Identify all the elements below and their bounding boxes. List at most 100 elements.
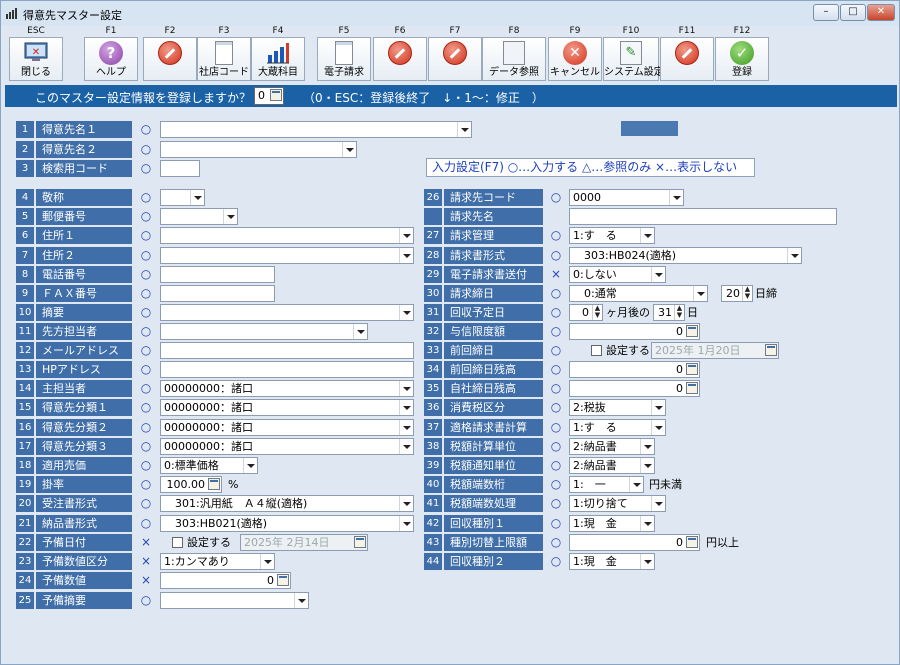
chevron-down-icon[interactable] [353,324,367,339]
chevron-down-icon[interactable] [669,190,683,205]
select-field[interactable] [160,189,205,206]
text-field[interactable] [569,208,837,225]
input-setting-mark[interactable]: × [135,572,157,589]
chevron-down-icon[interactable] [399,228,413,243]
number-field[interactable]: 0 [160,572,291,589]
chevron-down-icon[interactable] [787,248,801,263]
fkey-f5[interactable]: F5 電子請求 [317,26,371,82]
input-setting-mark[interactable]: ○ [135,323,157,340]
number-field[interactable]: 0 [569,534,700,551]
date-field[interactable]: 2025年 2月14日 [240,534,368,551]
fkey-f11[interactable]: F11 [660,26,714,82]
fkey-f8[interactable]: F8 データ参照 [482,26,546,82]
fkey-f10[interactable]: F10 ✎ システム設定 [603,26,664,82]
select-field[interactable]: 1: 一 [569,476,644,493]
chevron-down-icon[interactable] [399,496,413,511]
chevron-down-icon[interactable] [693,286,707,301]
closing-day-spinner[interactable]: 20 ▲ ▼ [721,285,753,302]
select-field[interactable] [160,304,414,321]
select-field[interactable]: 303:HB021(適格) [160,515,414,532]
input-setting-mark[interactable]: ○ [545,380,567,397]
chevron-down-icon[interactable] [640,554,654,569]
chevron-down-icon[interactable] [342,142,356,157]
calculator-icon[interactable] [686,325,698,337]
chevron-down-icon[interactable] [640,458,654,473]
select-field[interactable]: 1:す る [569,419,666,436]
chevron-down-icon[interactable] [651,496,665,511]
calculator-icon[interactable] [686,363,698,375]
select-field[interactable] [160,208,238,225]
toolbar-button[interactable] [373,37,427,81]
spinner-icon[interactable]: ▲ ▼ [674,305,684,320]
input-setting-mark[interactable]: ○ [135,342,157,359]
confirm-input[interactable]: 0 [254,87,284,105]
input-setting-mark[interactable]: ○ [545,342,567,359]
chevron-down-icon[interactable] [243,458,257,473]
chevron-down-icon[interactable] [629,477,643,492]
spinner-icon[interactable]: ▲ ▼ [592,305,602,320]
chevron-down-icon[interactable] [651,400,665,415]
select-field[interactable]: 0:しない [569,266,666,283]
calculator-icon[interactable] [208,478,220,490]
chevron-down-icon[interactable] [457,122,471,137]
input-setting-mark[interactable]: ○ [135,457,157,474]
input-setting-mark[interactable]: ○ [545,495,567,512]
date-field[interactable]: 2025年 1月20日 [651,342,779,359]
calculator-icon[interactable] [686,382,698,394]
chevron-down-icon[interactable] [260,554,274,569]
text-field[interactable] [160,285,275,302]
maximize-button[interactable]: □ [840,4,866,21]
input-setting-mark[interactable]: ○ [545,419,567,436]
toolbar-button[interactable]: ✕ 閉じる [9,37,63,81]
calculator-icon[interactable] [277,574,289,586]
input-setting-mark[interactable]: ○ [545,515,567,532]
fkey-esc[interactable]: ESC ✕ 閉じる [9,26,63,82]
chevron-down-icon[interactable] [399,305,413,320]
select-field[interactable]: 1:現 金 [569,553,655,570]
chevron-down-icon[interactable] [399,516,413,531]
fkey-f4[interactable]: F4 大蔵科目 [251,26,305,82]
chevron-down-icon[interactable] [651,420,665,435]
input-setting-mark[interactable]: ○ [135,208,157,225]
input-setting-mark[interactable]: × [545,266,567,283]
calculator-icon[interactable] [270,89,282,101]
select-field[interactable]: 2:税抜 [569,399,666,416]
input-setting-mark[interactable]: ○ [135,592,157,609]
select-field[interactable]: 00000000：諸口 [160,399,414,416]
input-setting-mark[interactable]: ○ [135,438,157,455]
chevron-down-icon[interactable] [190,190,204,205]
input-setting-mark[interactable]: ○ [135,380,157,397]
input-setting-mark[interactable]: ○ [545,476,567,493]
calendar-icon[interactable] [354,536,366,548]
input-setting-mark[interactable]: ○ [135,304,157,321]
toolbar-button[interactable]: 社店コード [197,37,251,81]
calculator-icon[interactable] [686,536,698,548]
select-field[interactable]: 00000000：諸口 [160,419,414,436]
toolbar-button[interactable]: ? ヘルプ [84,37,138,81]
chevron-down-icon[interactable] [294,593,308,608]
toolbar-button[interactable] [660,37,714,81]
input-setting-mark[interactable]: ○ [545,285,567,302]
input-setting-mark[interactable]: ○ [545,399,567,416]
fkey-f3[interactable]: F3 社店コード [197,26,251,82]
input-setting-mark[interactable]: ○ [135,266,157,283]
select-field[interactable] [160,227,414,244]
toolbar-button[interactable] [428,37,482,81]
toolbar-button[interactable]: 電子請求 [317,37,371,81]
input-setting-mark[interactable]: ○ [135,285,157,302]
number-field[interactable]: 0 [569,323,700,340]
input-setting-mark[interactable]: ○ [545,227,567,244]
input-setting-mark[interactable]: ○ [545,534,567,551]
input-setting-mark[interactable]: ○ [545,247,567,264]
input-setting-mark[interactable]: ○ [135,361,157,378]
toolbar-button[interactable]: ✓ 登録 [715,37,769,81]
fkey-f6[interactable]: F6 [373,26,427,82]
toolbar-button[interactable]: データ参照 [482,37,546,81]
input-setting-mark[interactable]: ○ [545,189,567,206]
select-field[interactable] [160,141,357,158]
calendar-icon[interactable] [765,344,777,356]
select-field[interactable]: 0:標準価格 [160,457,258,474]
chevron-down-icon[interactable] [640,228,654,243]
text-field[interactable] [160,266,275,283]
fkey-f1[interactable]: F1? ヘルプ [84,26,138,82]
